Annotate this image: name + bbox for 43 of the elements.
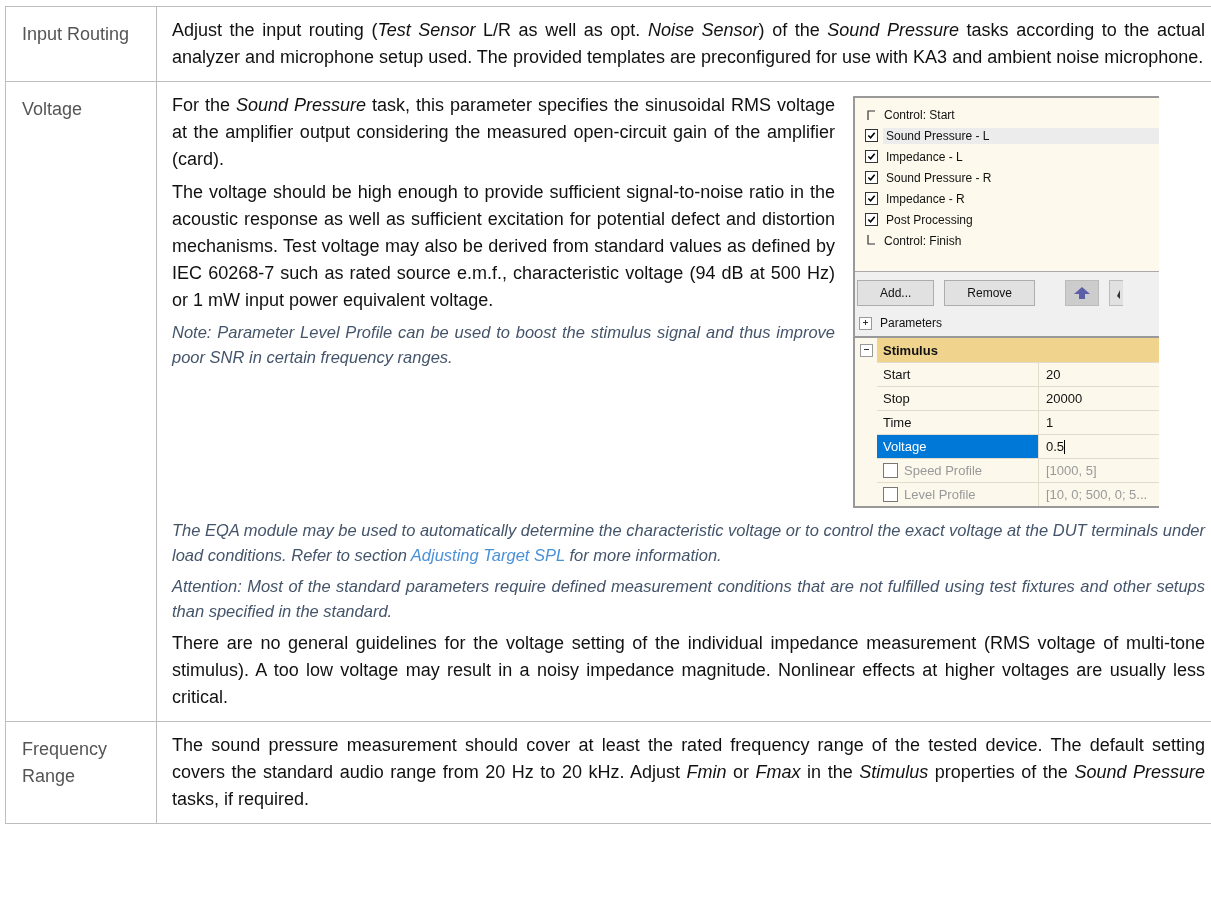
task-item[interactable]: Impedance - R <box>883 190 968 207</box>
task-item[interactable]: Impedance - L <box>883 148 966 165</box>
checkbox[interactable] <box>865 150 878 163</box>
property-value[interactable]: 20 <box>1046 367 1061 382</box>
body-paragraph: The voltage should be high enough to provide sufficient signal-to-noise ratio in the acoustic response as well as sufficient excitation for potential defect and distortion mechanisms. Test voltage may also be derived from standard values as defined by IEC 60268-7 such as rated source e.m.f., characteristic voltage (94 dB at 500 Hz) or 1 mW input power equivalent voltage. <box>172 181 835 312</box>
task-item[interactable]: Sound Pressure - L <box>883 127 1159 144</box>
property-value[interactable]: 20000 <box>1046 391 1083 406</box>
task-item[interactable]: Control: Finish <box>881 232 965 249</box>
row-label: Input Routing <box>22 23 130 46</box>
note-paragraph: The EQA module may be used to automatically determine the characteristic voltage or to control the exact voltage at the DUT terminals under load conditions. Refer to section Adjusting Target SPL for more information. <box>172 520 1205 566</box>
tree-bracket-icon <box>865 235 876 246</box>
property-name[interactable]: Stop <box>877 387 1039 410</box>
tree-bracket-icon <box>865 109 876 120</box>
collapse-icon[interactable] <box>859 343 873 357</box>
expand-icon[interactable] <box>859 316 872 330</box>
body-paragraph: There are no general guidelines for the voltage setting of the individual impedance measurement (RMS voltage of multi-tone stimulus). A too low voltage may result in a noisy impedance magnitude. Nonlinear effects at higher voltages are usually less critical. <box>172 632 1205 709</box>
row-label: Voltage <box>22 98 83 121</box>
checkbox[interactable] <box>865 213 878 226</box>
checkbox[interactable] <box>865 171 878 184</box>
body-paragraph: The sound pressure measurement should cover at least the rated frequency range of the tested device. The default setting covers the standard audio range from 20 Hz to 20 kHz. Adjust Fmin or Fmax in the Stimulus properties of the Sound Pressure tasks, if required. <box>172 734 1205 811</box>
move-up-button[interactable] <box>1065 280 1100 306</box>
checkbox[interactable] <box>865 129 878 142</box>
property-value[interactable]: 0.5 <box>1046 439 1065 454</box>
task-button[interactable]: Remove <box>944 280 1036 306</box>
move-down-button[interactable] <box>1109 280 1124 306</box>
checkbox[interactable] <box>865 192 878 205</box>
property-name[interactable]: Time <box>877 411 1039 434</box>
task-item[interactable]: Post Processing <box>883 211 976 228</box>
task-button[interactable]: Add... <box>857 280 935 306</box>
body-paragraph: Adjust the input routing (Test Sensor L/R as well as opt. Noise Sensor) of the Sound Pressure tasks according to the actual analyzer and microphone setup used. The provided templates are preconfigured for use with KA3 and ambient noise microphone. <box>172 19 1205 69</box>
note-paragraph: Attention: Most of the standard parameters require defined measurement conditions that are not fulfilled using test fixtures and other setups than specified in the standard. <box>172 576 1205 622</box>
property-value[interactable]: 1 <box>1046 415 1054 430</box>
category-header: Stimulus <box>877 338 1159 362</box>
task-item[interactable]: Control: Start <box>881 106 958 123</box>
task-item[interactable]: Sound Pressure - R <box>883 169 995 186</box>
property-name[interactable]: Start <box>877 363 1039 386</box>
up-arrow-icon <box>1074 287 1091 299</box>
parameters-label: Parameters <box>880 316 943 330</box>
row-label: Frequency Range <box>22 738 109 788</box>
body-paragraph: For the Sound Pressure task, this parameter specifies the sinusoidal RMS voltage at the amplifier output considering the measured open-circuit gain of the amplifier (card). <box>172 94 835 171</box>
note-paragraph: Note: Parameter Level Profile can be used to boost the stimulus signal and thus improve poor SNR in certain frequency ranges. <box>172 322 835 368</box>
text-cursor <box>1064 439 1066 454</box>
property-name[interactable]: Voltage <box>877 435 1039 458</box>
